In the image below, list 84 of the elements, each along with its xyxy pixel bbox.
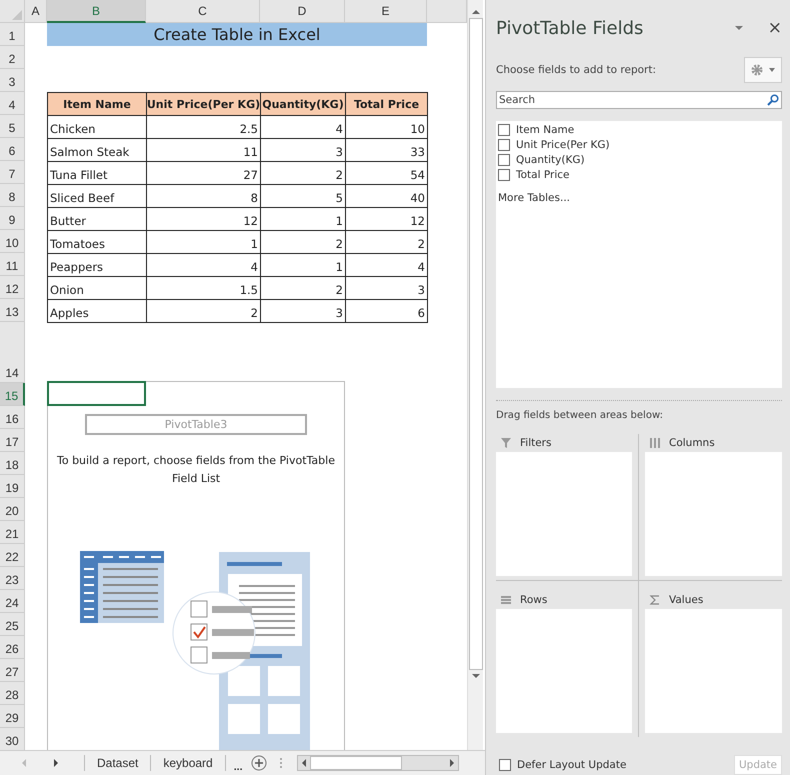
filter-icon	[500, 436, 512, 448]
table-header-cell: Total Price	[345, 92, 428, 116]
table-cell: 6	[345, 299, 428, 323]
column-header[interactable]: C	[146, 0, 260, 23]
table-cell: Apples	[47, 299, 147, 323]
selected-cell[interactable]	[47, 381, 146, 406]
row-header[interactable]: 24	[0, 590, 25, 613]
pane-title: PivotTable Fields	[496, 18, 644, 39]
defer-checkbox[interactable]	[499, 759, 511, 771]
pane-subtitle: Choose fields to add to report:	[496, 64, 656, 76]
sigma-icon	[649, 594, 661, 606]
area-label: Filters	[520, 436, 552, 448]
field-label: Quantity(KG)	[516, 154, 585, 166]
row-header[interactable]: 26	[0, 636, 25, 659]
row-header[interactable]: 30	[0, 728, 25, 750]
sheet-tab[interactable]: Dataset	[91, 756, 144, 770]
field-checkbox[interactable]	[498, 138, 510, 151]
row-header[interactable]: 14	[0, 322, 25, 383]
scroll-up-icon[interactable]	[470, 8, 480, 16]
row-header[interactable]: 16	[0, 406, 25, 429]
add-sheet-icon[interactable]	[250, 755, 266, 772]
vertical-scrollbar[interactable]	[467, 0, 483, 750]
row-header[interactable]: 10	[0, 230, 25, 253]
row-header[interactable]: 2	[0, 46, 25, 69]
row-header[interactable]: 21	[0, 521, 25, 544]
column-header[interactable]: A	[25, 0, 47, 23]
area-label: Values	[669, 594, 704, 606]
table-header-cell: Item Name	[47, 92, 147, 116]
field-checkbox[interactable]	[498, 168, 510, 181]
splitter-handle-icon[interactable]	[278, 757, 282, 770]
columns-icon	[649, 436, 661, 448]
settings-button[interactable]	[744, 56, 782, 83]
area-label: Rows	[520, 594, 548, 606]
row-header[interactable]: 5	[0, 115, 25, 138]
row-header[interactable]: 23	[0, 567, 25, 590]
column-header[interactable]: E	[345, 0, 427, 23]
column-header[interactable]: D	[260, 0, 345, 23]
row-header[interactable]: 8	[0, 184, 25, 207]
defer-label: Defer Layout Update	[517, 759, 626, 771]
row-header[interactable]: 29	[0, 705, 25, 728]
sheet-tab[interactable]: keyboard	[157, 756, 219, 770]
caret-icon[interactable]	[734, 25, 744, 32]
field-label: Total Price	[516, 168, 570, 181]
row-header[interactable]: 18	[0, 452, 25, 475]
caret-icon	[769, 68, 775, 72]
field-checkbox[interactable]	[498, 154, 510, 166]
drag-hint: Drag fields between areas below:	[496, 410, 664, 421]
row-header[interactable]: 7	[0, 161, 25, 184]
row-header[interactable]: 12	[0, 276, 25, 299]
scroll-down-icon[interactable]	[470, 672, 480, 680]
more-sheets-button[interactable]: ...	[232, 761, 244, 774]
row-header[interactable]: 13	[0, 299, 25, 322]
pivot-instruction: To build a report, choose fields from the PivotTable Field List	[56, 453, 336, 487]
row-header[interactable]: 22	[0, 544, 25, 567]
pivot-name-box: PivotTable3	[85, 414, 307, 435]
area-label: Columns	[669, 436, 715, 448]
search-icon[interactable]	[767, 94, 779, 106]
field-label: Item Name	[516, 124, 574, 136]
table-header-cell: Quantity(KG)	[260, 92, 346, 116]
more-tables-link[interactable]: More Tables...	[498, 192, 780, 204]
row-header[interactable]: 6	[0, 138, 25, 161]
next-sheet-icon[interactable]	[52, 758, 60, 768]
row-header[interactable]: 9	[0, 207, 25, 230]
row-header[interactable]: 25	[0, 613, 25, 636]
table-header-cell: Unit Price(Per KG)	[146, 92, 261, 116]
row-header[interactable]: 19	[0, 475, 25, 498]
close-button[interactable]: ×	[768, 18, 782, 38]
horizontal-scrollbar[interactable]	[296, 755, 458, 772]
row-header[interactable]: 3	[0, 69, 25, 92]
field-label: Unit Price(Per KG)	[516, 138, 610, 151]
row-header[interactable]: 27	[0, 659, 25, 682]
rows-icon	[500, 594, 512, 606]
row-header[interactable]: 11	[0, 253, 25, 276]
row-header[interactable]: 20	[0, 498, 25, 521]
row-header[interactable]: 17	[0, 429, 25, 452]
field-checkbox[interactable]	[498, 124, 510, 136]
row-header[interactable]: 1	[0, 23, 25, 46]
column-header[interactable]: B	[47, 0, 146, 23]
sheet-title: Create Table in Excel	[47, 23, 427, 46]
row-header[interactable]: 4	[0, 92, 25, 115]
search-field[interactable]: Search	[496, 90, 782, 109]
row-header[interactable]: 28	[0, 682, 25, 705]
gear-icon	[751, 64, 763, 76]
row-header[interactable]: 15	[0, 383, 25, 406]
